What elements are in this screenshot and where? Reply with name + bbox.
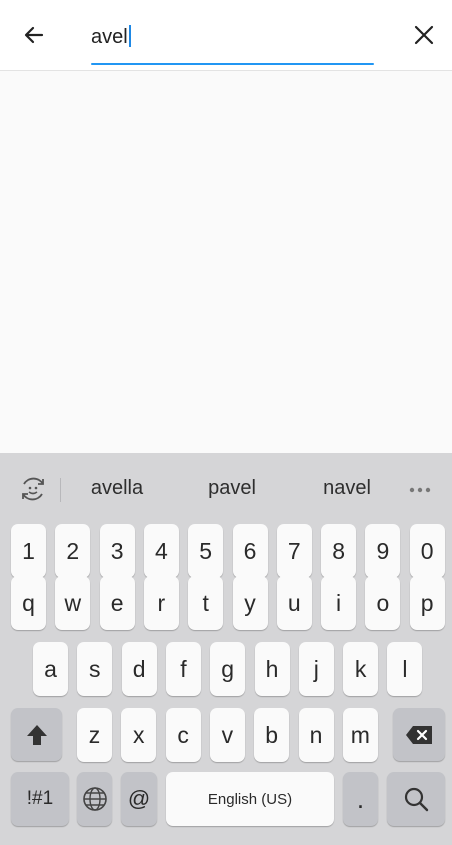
letter-key-a[interactable]: a — [33, 642, 68, 696]
letter-key-i[interactable]: i — [321, 576, 357, 630]
letter-key-w[interactable]: w — [55, 576, 91, 630]
arrow-left-icon — [24, 26, 44, 44]
suggestion-divider — [60, 478, 61, 502]
backspace-icon — [406, 725, 432, 744]
soft-keyboard: avella pavel navel !#1 @ English (US) . … — [0, 453, 452, 845]
number-key-4[interactable]: 4 — [143, 524, 179, 578]
search-input[interactable]: avel — [91, 25, 131, 49]
emoji-cycle-icon — [22, 477, 44, 501]
number-key-9[interactable]: 9 — [365, 524, 401, 578]
letter-key-f[interactable]: f — [165, 642, 201, 696]
letter-key-q[interactable]: q — [11, 576, 46, 630]
back-button[interactable] — [16, 19, 52, 51]
number-key-1[interactable]: 1 — [11, 524, 46, 578]
number-key-6[interactable]: 6 — [232, 524, 268, 578]
letter-key-d[interactable]: d — [121, 642, 157, 696]
letter-key-m[interactable]: m — [342, 708, 378, 762]
search-icon — [404, 787, 429, 812]
letter-key-o[interactable]: o — [365, 576, 401, 630]
emoji-button[interactable] — [16, 473, 50, 505]
number-key-8[interactable]: 8 — [321, 524, 357, 578]
suggestion-3[interactable]: navel — [306, 477, 388, 500]
letter-key-b[interactable]: b — [254, 708, 290, 762]
letter-key-p[interactable]: p — [409, 576, 445, 630]
letter-key-l[interactable]: l — [387, 642, 423, 696]
number-key-7[interactable]: 7 — [276, 524, 312, 578]
suggestions-more-button[interactable] — [404, 478, 436, 502]
search-field[interactable]: avel — [91, 18, 374, 66]
space-key[interactable]: English (US) — [166, 772, 334, 826]
letter-key-k[interactable]: k — [343, 642, 379, 696]
letter-key-v[interactable]: v — [209, 708, 245, 762]
period-key[interactable]: . — [343, 772, 378, 826]
close-icon — [414, 25, 434, 45]
letter-key-c[interactable]: c — [165, 708, 201, 762]
shift-arrow-icon — [26, 724, 47, 745]
letter-key-s[interactable]: s — [77, 642, 113, 696]
number-key-0[interactable]: 0 — [409, 524, 445, 578]
letter-key-h[interactable]: h — [254, 642, 290, 696]
search-key[interactable] — [387, 772, 445, 826]
letter-key-g[interactable]: g — [210, 642, 246, 696]
at-key[interactable]: @ — [121, 772, 157, 826]
number-key-2[interactable]: 2 — [55, 524, 91, 578]
number-key-5[interactable]: 5 — [188, 524, 224, 578]
globe-icon — [82, 787, 107, 811]
letter-key-r[interactable]: r — [143, 576, 179, 630]
letter-key-y[interactable]: y — [232, 576, 268, 630]
number-key-3[interactable]: 3 — [99, 524, 135, 578]
suggestion-2[interactable]: pavel — [192, 477, 272, 500]
suggestion-bar: avella pavel navel — [0, 453, 452, 523]
letter-key-z[interactable]: z — [77, 708, 112, 762]
symbols-key[interactable]: !#1 — [11, 772, 69, 826]
letter-key-n[interactable]: n — [298, 708, 334, 762]
letter-key-x[interactable]: x — [121, 708, 157, 762]
search-toolbar: avel — [0, 0, 452, 71]
clear-button[interactable] — [406, 18, 442, 52]
letter-key-u[interactable]: u — [276, 576, 312, 630]
letter-key-j[interactable]: j — [298, 642, 334, 696]
more-horizontal-icon — [409, 487, 431, 493]
suggestion-1[interactable]: avella — [76, 477, 158, 500]
letter-key-t[interactable]: t — [188, 576, 224, 630]
shift-key[interactable] — [11, 708, 62, 761]
search-underline — [91, 63, 374, 65]
letter-key-e[interactable]: e — [99, 576, 135, 630]
search-results-area — [0, 71, 452, 453]
backspace-key[interactable] — [393, 708, 445, 761]
text-caret — [128, 25, 131, 47]
language-key[interactable] — [77, 772, 112, 826]
